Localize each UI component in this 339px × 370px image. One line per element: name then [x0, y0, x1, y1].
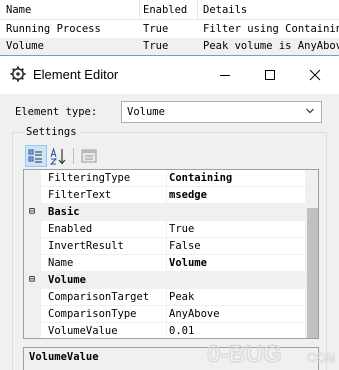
- list-row[interactable]: Running Process True Filter using Contai…: [0, 21, 339, 38]
- row-margin: [24, 289, 41, 306]
- maximize-button[interactable]: [247, 56, 293, 94]
- property-row-enabled[interactable]: Enabled True: [24, 221, 305, 238]
- element-type-select[interactable]: Volume: [121, 101, 322, 123]
- row-enabled: True: [143, 23, 169, 35]
- property-pages-button[interactable]: [78, 145, 100, 167]
- column-divider[interactable]: [166, 187, 167, 204]
- list-header: Name Enabled Details: [0, 0, 339, 20]
- close-button[interactable]: [292, 56, 338, 94]
- column-header-details[interactable]: Details: [203, 4, 339, 16]
- row-margin: [24, 187, 41, 204]
- property-value[interactable]: True: [169, 223, 303, 235]
- watermark-text: 0-BUG: [207, 341, 282, 366]
- minimize-icon: [220, 75, 230, 76]
- scrollbar-thumb[interactable]: [307, 208, 318, 338]
- column-divider[interactable]: [166, 323, 167, 338]
- watermark-sub: COM: [307, 350, 335, 365]
- row-name: Running Process: [6, 23, 101, 35]
- property-category-volume[interactable]: ⊟ Volume: [24, 272, 305, 289]
- row-enabled: True: [143, 40, 169, 52]
- property-name: ComparisonTarget: [48, 291, 150, 303]
- property-row-comparisontarget[interactable]: ComparisonTarget Peak: [24, 289, 305, 306]
- column-divider[interactable]: [166, 238, 167, 255]
- property-name: VolumeValue: [48, 325, 118, 337]
- column-divider[interactable]: [166, 221, 167, 238]
- column-header-name[interactable]: Name: [6, 4, 138, 16]
- row-details: Filter using Containin...: [203, 23, 339, 35]
- property-name: InvertResult: [48, 240, 124, 252]
- property-category-basic[interactable]: ⊟ Basic: [24, 204, 305, 221]
- row-margin: [24, 221, 41, 238]
- element-editor-dialog: Element Editor Element type: Volume Sett…: [0, 55, 339, 370]
- property-value[interactable]: Containing: [169, 172, 303, 184]
- column-divider[interactable]: [166, 289, 167, 306]
- maximize-icon: [265, 70, 275, 80]
- element-type-value: Volume: [127, 106, 165, 118]
- property-name: FilteringType: [48, 172, 131, 184]
- property-value[interactable]: False: [169, 240, 303, 252]
- app-window-icon: [10, 66, 26, 82]
- alphabetical-view-button[interactable]: [48, 145, 70, 167]
- dialog-title: Element Editor: [33, 67, 119, 82]
- sort-alphabetical-icon: [49, 147, 66, 165]
- property-row-filteringtype[interactable]: FilteringType Containing: [24, 170, 305, 187]
- toolbar-divider: [73, 148, 74, 164]
- element-type-label: Element type:: [15, 106, 98, 118]
- column-divider[interactable]: [166, 306, 167, 323]
- settings-label: Settings: [23, 126, 80, 138]
- category-label: Volume: [48, 274, 86, 286]
- property-grid: FilteringType Containing FilterText msedge ⊟…: [23, 169, 319, 339]
- row-details: Peak volume is AnyAbov...: [203, 40, 339, 52]
- row-name: Volume: [6, 40, 44, 52]
- property-row-comparisontype[interactable]: ComparisonType AnyAbove: [24, 306, 305, 323]
- property-row-volumevalue[interactable]: VolumeValue 0.01: [24, 323, 305, 338]
- title-bar[interactable]: Element Editor: [0, 56, 339, 94]
- collapse-icon[interactable]: ⊟: [29, 274, 35, 285]
- column-header-enabled[interactable]: Enabled: [143, 4, 193, 16]
- list-row[interactable]: Volume True Peak volume is AnyAbov...: [0, 38, 339, 55]
- column-divider[interactable]: [197, 0, 198, 19]
- row-margin: [24, 170, 41, 187]
- row-margin: [24, 306, 41, 323]
- chevron-down-icon: [306, 108, 314, 114]
- site-watermark: 0-BUG COM: [205, 340, 335, 366]
- property-value[interactable]: 0.01: [169, 325, 303, 337]
- row-margin: [24, 238, 41, 255]
- property-grid-scrollbar[interactable]: [305, 170, 318, 338]
- property-value[interactable]: Peak: [169, 291, 303, 303]
- property-row-name[interactable]: Name Volume: [24, 255, 305, 272]
- property-row-filtertext[interactable]: FilterText msedge: [24, 187, 305, 204]
- column-divider[interactable]: [166, 170, 167, 187]
- row-margin: [24, 255, 41, 272]
- property-row-invertresult[interactable]: InvertResult False: [24, 238, 305, 255]
- minimize-button[interactable]: [202, 56, 248, 94]
- property-name: Name: [48, 257, 74, 269]
- column-divider[interactable]: [139, 0, 140, 19]
- categorized-view-button[interactable]: [25, 145, 47, 167]
- property-name: ComparisonType: [48, 308, 137, 320]
- property-name: FilterText: [48, 189, 112, 201]
- property-description-title: VolumeValue: [29, 351, 99, 363]
- property-value[interactable]: msedge: [169, 189, 303, 201]
- property-value[interactable]: AnyAbove: [169, 308, 303, 320]
- category-label: Basic: [48, 206, 80, 218]
- property-pages-icon: [81, 149, 97, 163]
- property-value[interactable]: Volume: [169, 257, 303, 269]
- column-divider[interactable]: [166, 255, 167, 272]
- collapse-icon[interactable]: ⊟: [29, 206, 35, 217]
- close-icon: [309, 69, 321, 81]
- property-name: Enabled: [48, 223, 93, 235]
- row-margin: [24, 323, 41, 338]
- categorized-icon: [28, 149, 42, 163]
